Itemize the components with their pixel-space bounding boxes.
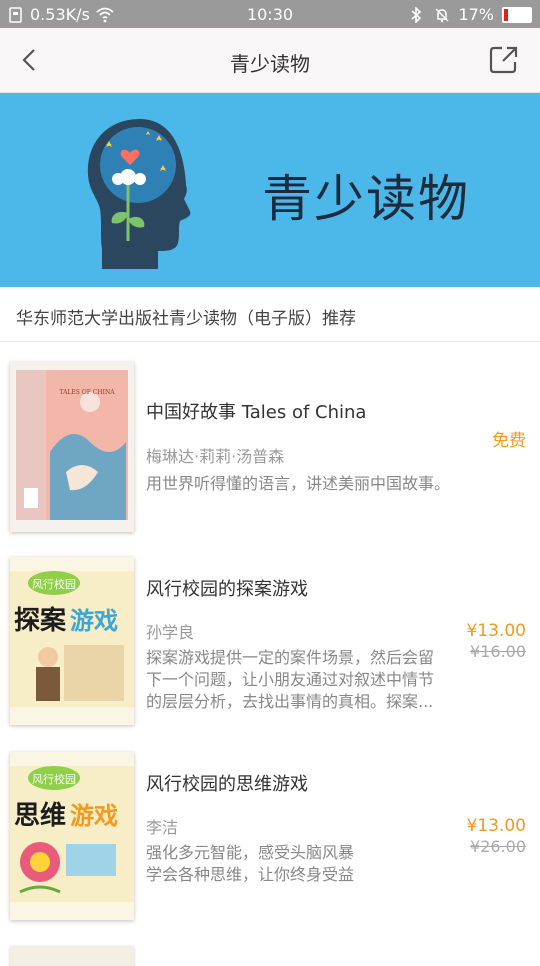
cover-title-b: 游戏 (70, 607, 118, 635)
cover-brand: 风行校园 (32, 577, 76, 591)
book-title: 中国好故事 Tales of China (146, 402, 367, 423)
book-cover: 风行校园 思维 游戏 (10, 752, 134, 920)
book-author: 孙学良 (146, 623, 195, 642)
price-label: ¥13.00 (466, 621, 526, 641)
book-title: 风行校园的探案游戏 (146, 579, 308, 600)
section-description: 华东师范大学出版社青少读物（电子版）推荐 (0, 287, 540, 342)
cover-title-b: 游戏 (70, 802, 118, 830)
original-price-label: ¥26.00 (470, 837, 526, 856)
book-cover: TALES OF CHINA (10, 362, 134, 532)
book-cover-partial[interactable] (10, 946, 134, 966)
page-title: 青少读物 (230, 52, 310, 76)
head-illustration (87, 119, 191, 269)
battery-percent: 17% (458, 5, 494, 24)
book-description: 探案游戏提供一定的案件场景，然后会留 下一个问题，让小朋友通过对叙述中情节 的层… (146, 648, 435, 711)
original-price-label: ¥16.00 (470, 642, 526, 661)
book-title: 风行校园的思维游戏 (146, 774, 308, 795)
price-label: 免费 (492, 431, 526, 451)
banner[interactable]: 青少读物 (0, 93, 540, 287)
battery-icon (502, 6, 532, 23)
list-item[interactable]: 风行校园 思维 游戏 风行校园的思维游戏 李洁 强化多元智能，感受头脑风暴 学会… (0, 732, 540, 942)
banner-title: 青少读物 (262, 170, 470, 228)
nav-bar: 青少读物 (0, 28, 540, 93)
section-description-text: 华东师范大学出版社青少读物（电子版）推荐 (16, 309, 356, 329)
list-item[interactable]: 风行校园 探案 游戏 风行校园的探案游戏 孙学良 探案游戏提供一定的案件场景，然… (0, 537, 540, 732)
cover-title-a: 思维 (14, 800, 66, 831)
list-item[interactable]: TALES OF CHINA 中国好故事 Tales of China 梅琳达·… (0, 342, 540, 537)
share-button[interactable] (488, 44, 520, 76)
share-icon (489, 46, 518, 74)
book-author: 李洁 (146, 818, 179, 837)
cover-title: TALES OF CHINA (59, 389, 115, 396)
book-list: TALES OF CHINA 中国好故事 Tales of China 梅琳达·… (0, 342, 540, 942)
book-cover: 风行校园 探案 游戏 (10, 557, 134, 725)
bluetooth-icon (410, 5, 426, 24)
price-label: ¥13.00 (466, 816, 526, 836)
status-bar: 0.53K/s 10:30 17% (0, 0, 540, 28)
cover-brand: 风行校园 (32, 772, 76, 786)
book-description: 强化多元智能，感受头脑风暴 学会各种思维，让你终身受益 (146, 843, 355, 884)
book-description: 用世界听得懂的语言，讲述美丽中国故事。 (146, 474, 451, 493)
mute-bell-icon (434, 7, 450, 23)
cover-title-a: 探案 (14, 605, 67, 636)
book-author: 梅琳达·莉莉·汤普森 (146, 447, 285, 466)
